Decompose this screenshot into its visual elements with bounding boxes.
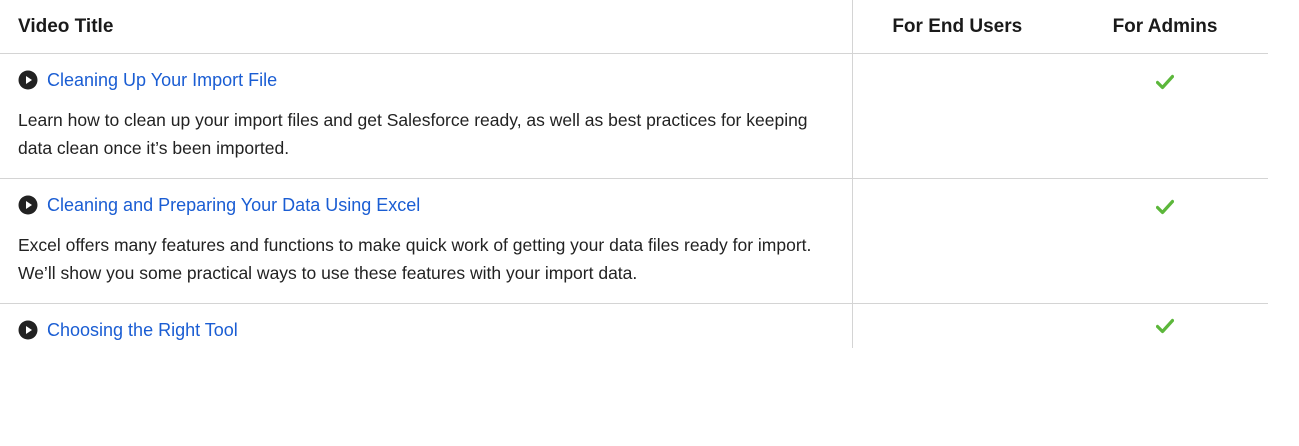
video-title-cell: Choosing the Right Tool (0, 304, 852, 349)
video-link[interactable]: Choosing the Right Tool (18, 318, 840, 342)
video-title-cell: Cleaning Up Your Import File Learn how t… (0, 53, 852, 179)
checkmark-icon (1155, 74, 1175, 90)
for-end-users-cell (851, 178, 1062, 304)
for-admins-cell (1062, 178, 1268, 304)
checkmark-icon (1155, 318, 1175, 334)
for-end-users-cell (851, 303, 1062, 348)
for-admins-cell (1062, 53, 1268, 179)
table-row: Cleaning and Preparing Your Data Using E… (0, 178, 1268, 304)
header-for-admins: For Admins (1062, 0, 1268, 54)
video-description: Learn how to clean up your import files … (18, 110, 808, 158)
video-link[interactable]: Cleaning and Preparing Your Data Using E… (18, 193, 840, 217)
video-title: Choosing the Right Tool (47, 320, 238, 340)
for-admins-cell (1062, 304, 1268, 349)
video-description: Excel offers many features and functions… (18, 235, 812, 283)
table-header-row: Video Title For End Users For Admins (0, 0, 1268, 54)
header-video-title: Video Title (0, 0, 852, 54)
video-table: Video Title For End Users For Admins Cle… (0, 0, 1268, 348)
checkmark-icon (1155, 199, 1175, 215)
table-row: Choosing the Right Tool (0, 303, 1268, 349)
video-link[interactable]: Cleaning Up Your Import File (18, 68, 840, 92)
play-circle-icon (18, 320, 38, 340)
table-row: Cleaning Up Your Import File Learn how t… (0, 53, 1268, 179)
play-circle-icon (18, 195, 38, 215)
for-end-users-cell (851, 53, 1062, 179)
video-title: Cleaning Up Your Import File (47, 70, 278, 90)
play-circle-icon (18, 70, 38, 90)
video-title: Cleaning and Preparing Your Data Using E… (47, 195, 421, 215)
video-title-cell: Cleaning and Preparing Your Data Using E… (0, 178, 852, 304)
header-for-end-users: For End Users (851, 0, 1062, 54)
